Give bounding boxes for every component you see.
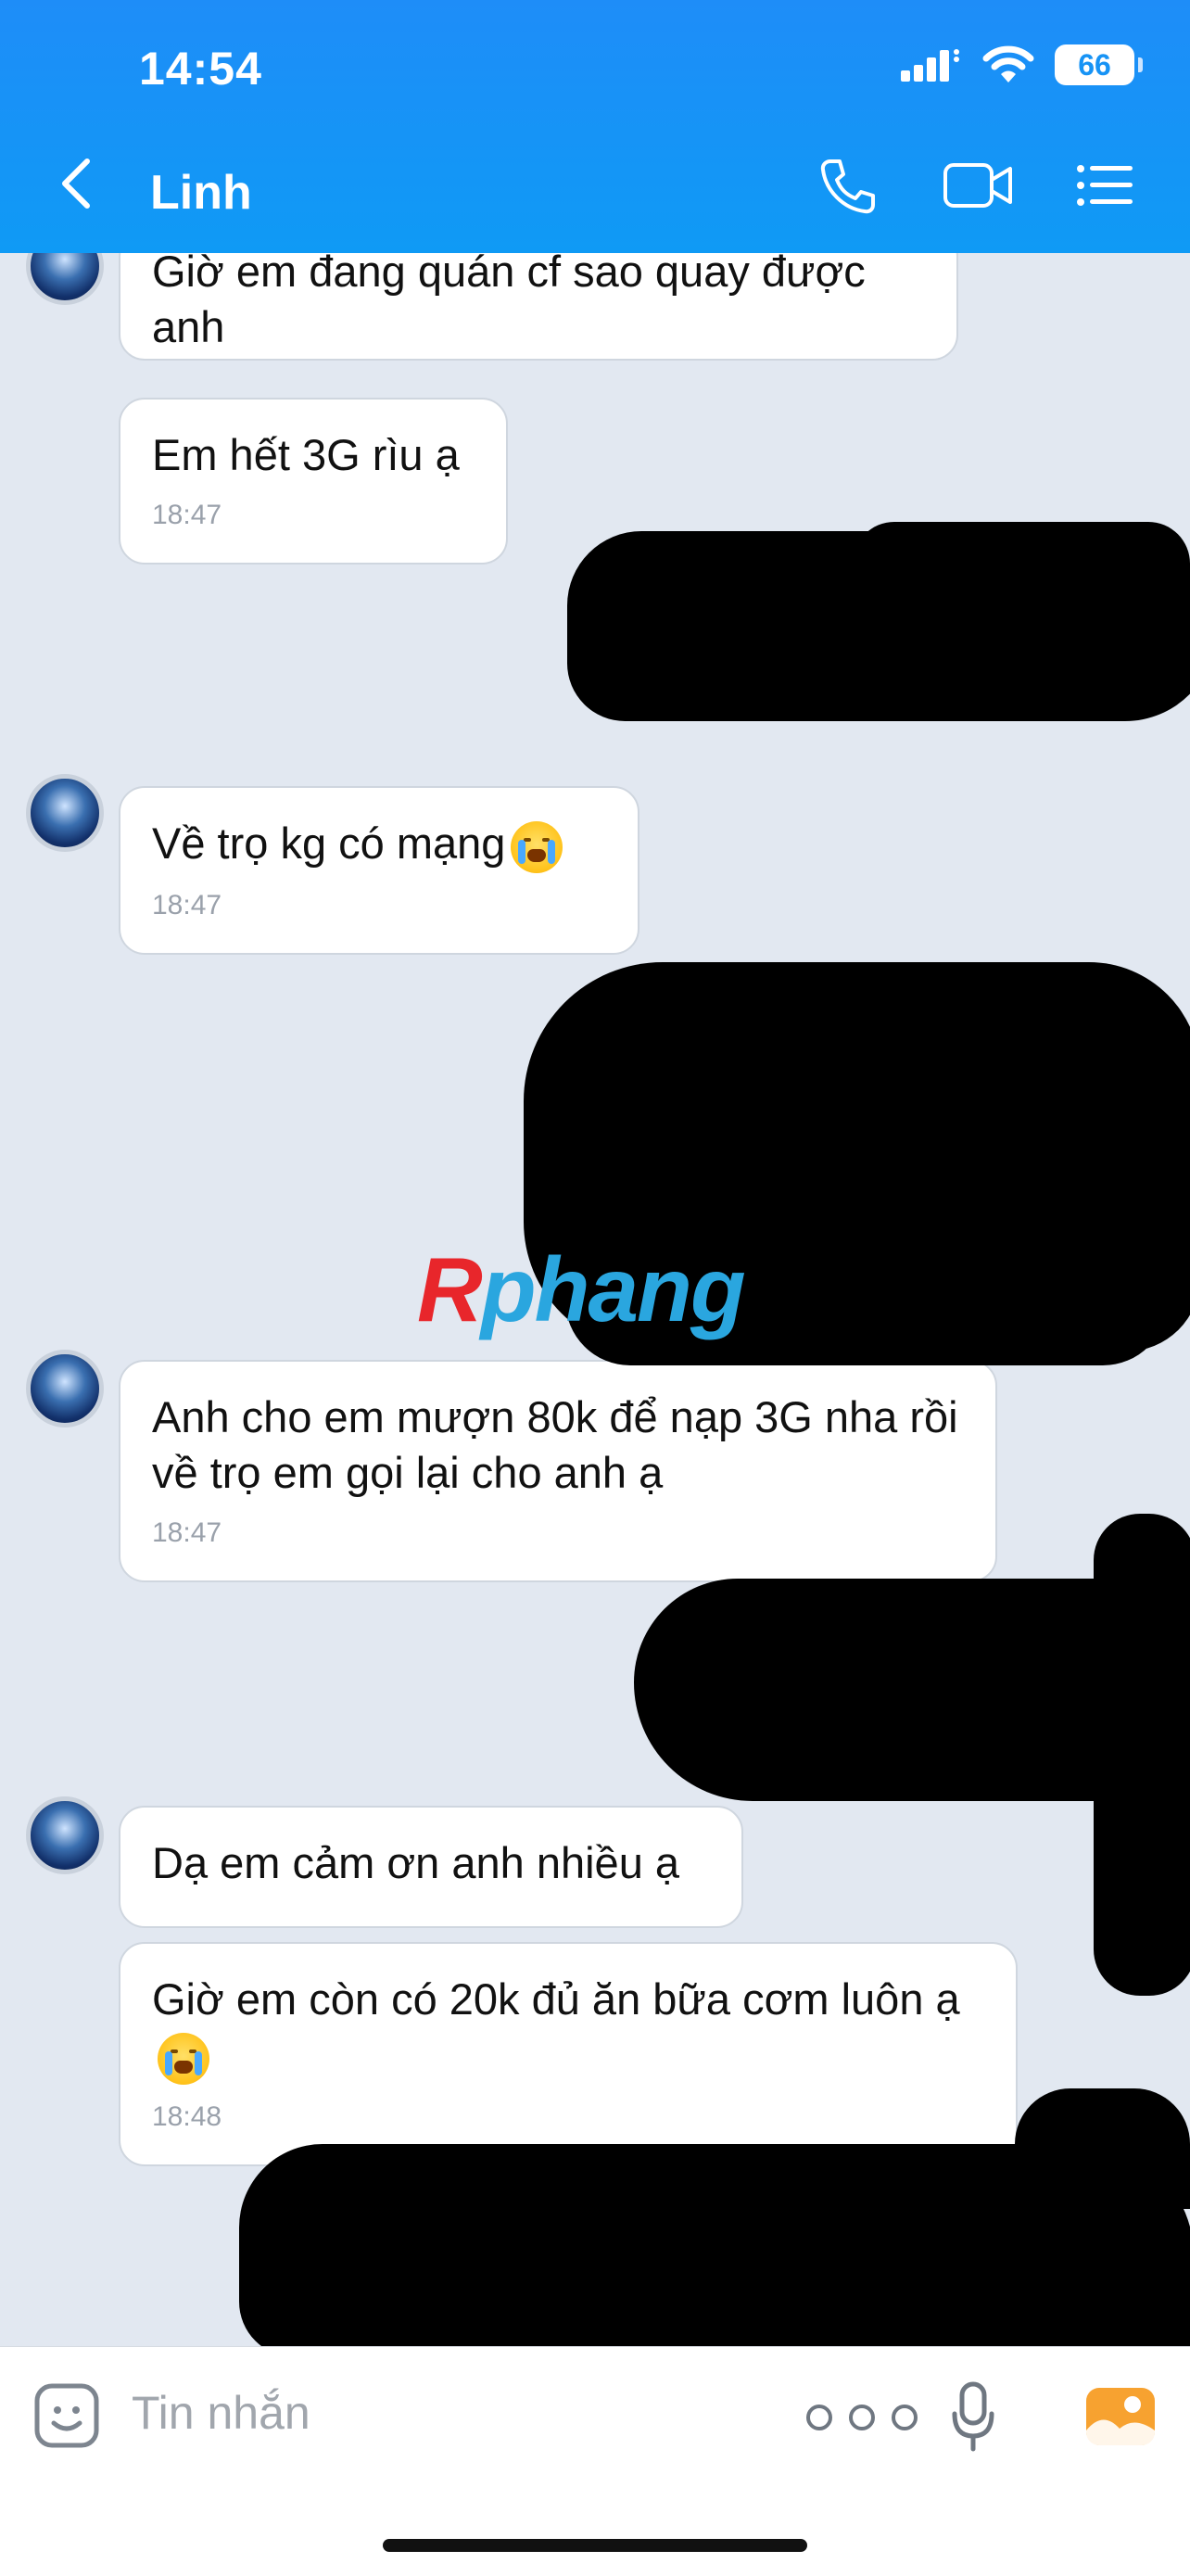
video-call-icon[interactable] <box>942 156 1016 215</box>
message-bubble[interactable]: Giờ em đang quán cf sao quay được anh <box>119 253 958 361</box>
crying-emoji-icon <box>511 820 563 873</box>
message-time: 18:47 <box>152 1517 222 1548</box>
watermark: Rphang <box>417 1238 746 1340</box>
more-options-icon[interactable] <box>801 2399 923 2436</box>
message-bubble[interactable]: Về trọ kg có mạng 18:47 <box>119 786 639 955</box>
redaction-mark <box>1094 1514 1190 1996</box>
chat-header: 14:54 66 Linh <box>0 0 1190 253</box>
menu-list-icon[interactable] <box>1075 156 1134 215</box>
message-text: Về trọ kg có mạng <box>152 816 608 873</box>
image-gallery-icon[interactable] <box>1084 2382 1157 2449</box>
chat-message-list[interactable]: Giờ em đang quán cf sao quay được anh Em… <box>0 253 1190 2346</box>
message-text: Dạ em cảm ơn anh nhiều ạ <box>152 1838 680 1887</box>
contact-avatar[interactable] <box>26 1796 104 1874</box>
message-text: Anh cho em mượn 80k để nạp 3G nha rồi về… <box>152 1392 958 1497</box>
crying-emoji-icon <box>158 2032 209 2085</box>
message-time: 18:47 <box>152 889 222 920</box>
status-time: 14:54 <box>139 43 262 95</box>
status-icons: 66 <box>901 44 1143 85</box>
message-text: Giờ em đang quán cf sao quay được anh <box>152 253 866 351</box>
message-input[interactable]: Tin nhắn <box>132 2386 310 2440</box>
message-bubble[interactable]: Em hết 3G rìu ạ 18:47 <box>119 398 508 565</box>
redaction-mark <box>853 522 1190 605</box>
cellular-signal-icon <box>901 49 959 82</box>
message-text: Giờ em còn có 20k đủ ăn bữa cơm luôn ạ <box>152 1972 986 2085</box>
message-text: Em hết 3G rìu ạ <box>152 430 460 479</box>
phone-call-icon[interactable] <box>817 156 879 217</box>
contact-avatar[interactable] <box>26 1350 104 1428</box>
contact-name[interactable]: Linh <box>150 165 252 221</box>
message-time: 18:48 <box>152 2100 222 2132</box>
message-bubble[interactable]: Giờ em còn có 20k đủ ăn bữa cơm luôn ạ 1… <box>119 1942 1018 2166</box>
home-indicator[interactable] <box>383 2539 807 2552</box>
battery-icon: 66 <box>1055 44 1143 85</box>
message-bubble[interactable]: Anh cho em mượn 80k để nạp 3G nha rồi về… <box>119 1360 997 1582</box>
contact-avatar[interactable] <box>26 774 104 852</box>
microphone-icon[interactable] <box>949 2380 997 2455</box>
back-chevron-icon[interactable] <box>56 156 96 211</box>
message-time: 18:47 <box>152 500 222 530</box>
message-bubble[interactable]: Dạ em cảm ơn anh nhiều ạ <box>119 1806 743 1928</box>
sticker-face-icon[interactable] <box>33 2382 100 2449</box>
wifi-icon <box>982 45 1034 82</box>
redaction-mark <box>1015 2088 1190 2209</box>
contact-avatar[interactable] <box>26 253 104 305</box>
